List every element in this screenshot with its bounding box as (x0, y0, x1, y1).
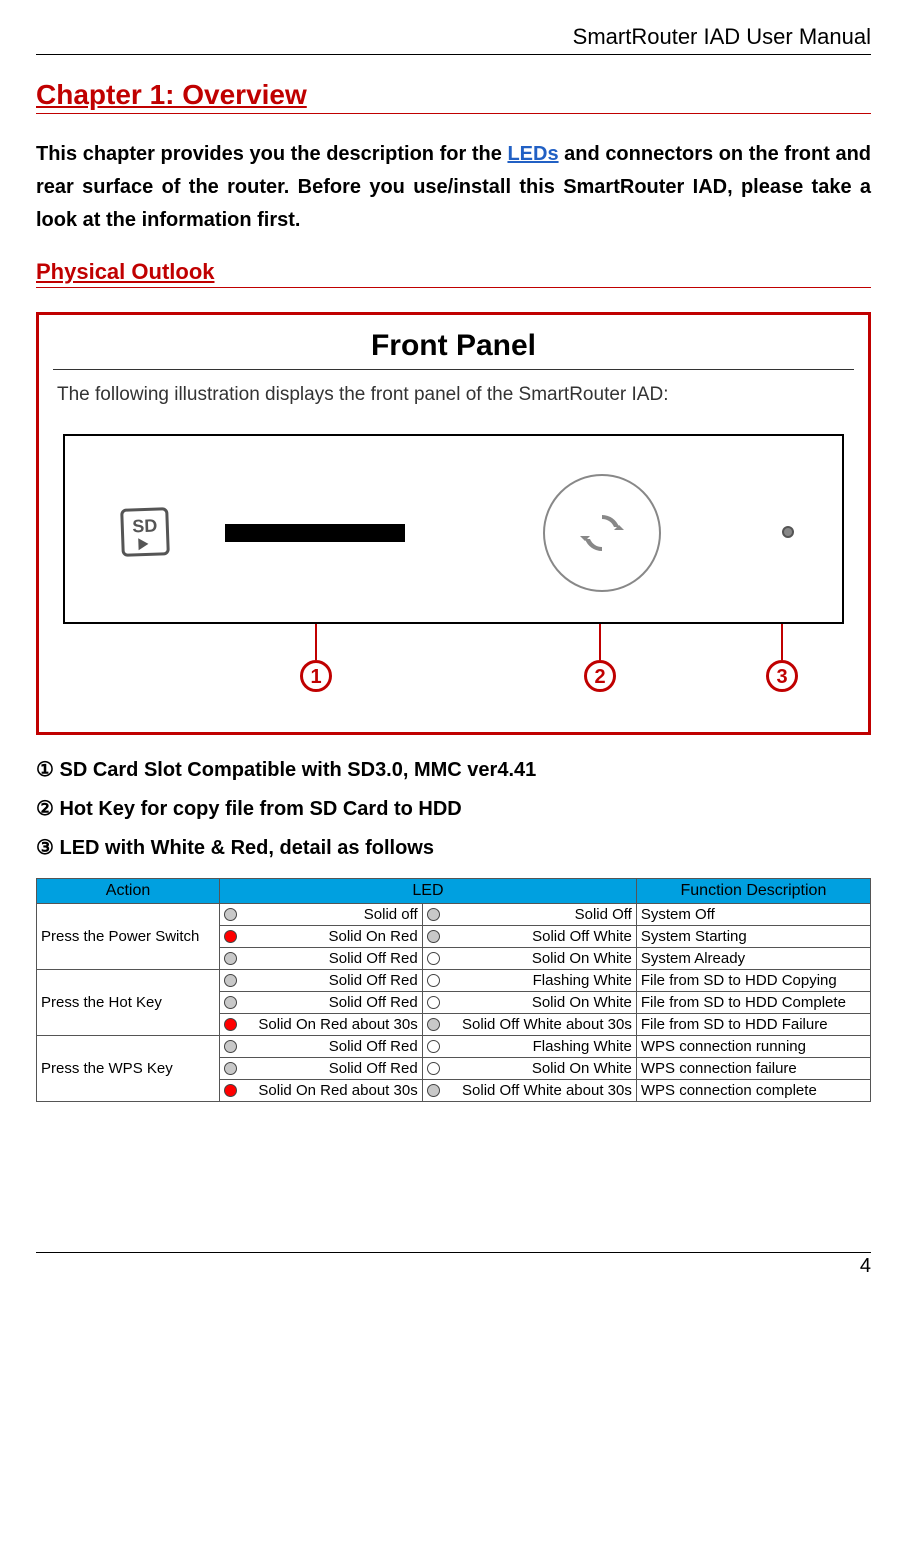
led-dot-icon (427, 1062, 440, 1075)
sd-card-icon: SD (120, 507, 170, 557)
intro-paragraph: This chapter provides you the descriptio… (36, 138, 871, 237)
led-table: Action LED Function Description Press th… (36, 878, 871, 1102)
led-cell: Solid Off (422, 904, 636, 926)
callout-2-label: 2 (584, 660, 616, 692)
led-cell: Flashing White (422, 970, 636, 992)
led-dot-icon (224, 908, 237, 921)
led-dot-icon (224, 996, 237, 1009)
led-cell: Solid On White (422, 948, 636, 970)
led-dot-icon (427, 952, 440, 965)
led-cell: Solid On Red about 30s (220, 1014, 423, 1036)
th-led: LED (220, 879, 637, 904)
page-number: 4 (36, 1252, 871, 1278)
table-row: Press the Hot KeySolid Off RedFlashing W… (37, 970, 871, 992)
led-dot-icon (427, 1018, 440, 1031)
sd-label: SD (132, 516, 158, 537)
intro-text-1: This chapter provides you the descriptio… (36, 143, 507, 165)
led-dot-icon (427, 996, 440, 1009)
led-cell: Solid Off Red (220, 1058, 423, 1080)
led-dot-icon (427, 1084, 440, 1097)
card-slot-icon (225, 524, 405, 542)
func-cell: WPS connection running (636, 1036, 870, 1058)
func-cell: WPS connection failure (636, 1058, 870, 1080)
led-cell: Solid Off White (422, 926, 636, 948)
callout-1-label: 1 (300, 660, 332, 692)
action-cell: Press the WPS Key (37, 1036, 220, 1102)
leds-link[interactable]: LEDs (507, 143, 558, 165)
table-header-row: Action LED Function Description (37, 879, 871, 904)
func-cell: File from SD to HDD Failure (636, 1014, 870, 1036)
led-dot-icon (224, 974, 237, 987)
th-action: Action (37, 879, 220, 904)
callout-3: 3 (781, 624, 783, 660)
led-dot-icon (224, 952, 237, 965)
led-cell: Solid Off Red (220, 948, 423, 970)
hot-key-ring-icon (543, 474, 661, 592)
chapter-title: Chapter 1: Overview (36, 79, 871, 114)
func-cell: System Off (636, 904, 870, 926)
document-header: SmartRouter IAD User Manual (36, 24, 871, 55)
func-cell: File from SD to HDD Complete (636, 992, 870, 1014)
front-panel-box: Front Panel The following illustration d… (36, 312, 871, 735)
led-cell: Solid On Red (220, 926, 423, 948)
func-cell: System Already (636, 948, 870, 970)
th-func: Function Description (636, 879, 870, 904)
bullet-2: ② Hot Key for copy file from SD Card to … (36, 796, 871, 821)
section-physical-outlook: Physical Outlook (36, 259, 871, 288)
led-cell: Solid Off White about 30s (422, 1080, 636, 1102)
callout-2: 2 (599, 624, 601, 660)
func-cell: System Starting (636, 926, 870, 948)
front-panel-description: The following illustration displays the … (53, 384, 854, 406)
led-cell: Solid off (220, 904, 423, 926)
func-cell: WPS connection complete (636, 1080, 870, 1102)
led-indicator-icon (782, 526, 794, 538)
led-dot-icon (224, 1084, 237, 1097)
led-cell: Solid On White (422, 992, 636, 1014)
action-cell: Press the Hot Key (37, 970, 220, 1036)
led-cell: Solid Off Red (220, 970, 423, 992)
led-dot-icon (427, 974, 440, 987)
func-cell: File from SD to HDD Copying (636, 970, 870, 992)
callout-1: 1 (315, 624, 317, 660)
led-cell: Solid Off White about 30s (422, 1014, 636, 1036)
bullet-1: ① SD Card Slot Compatible with SD3.0, MM… (36, 757, 871, 782)
led-dot-icon (427, 930, 440, 943)
device-front-illustration: SD (63, 434, 844, 624)
action-cell: Press the Power Switch (37, 904, 220, 970)
front-panel-title: Front Panel (53, 329, 854, 370)
callout-3-label: 3 (766, 660, 798, 692)
led-dot-icon (224, 1040, 237, 1053)
led-cell: Solid Off Red (220, 1036, 423, 1058)
led-cell: Solid On White (422, 1058, 636, 1080)
bullet-3: ③ LED with White & Red, detail as follow… (36, 835, 871, 860)
led-dot-icon (224, 1062, 237, 1075)
table-row: Press the WPS KeySolid Off RedFlashing W… (37, 1036, 871, 1058)
led-dot-icon (427, 1040, 440, 1053)
sync-arrows-icon (577, 508, 627, 558)
led-cell: Solid Off Red (220, 992, 423, 1014)
led-dot-icon (224, 930, 237, 943)
table-row: Press the Power SwitchSolid offSolid Off… (37, 904, 871, 926)
led-cell: Solid On Red about 30s (220, 1080, 423, 1102)
led-cell: Flashing White (422, 1036, 636, 1058)
led-dot-icon (427, 908, 440, 921)
led-dot-icon (224, 1018, 237, 1031)
callout-row: 1 2 3 (63, 624, 844, 704)
